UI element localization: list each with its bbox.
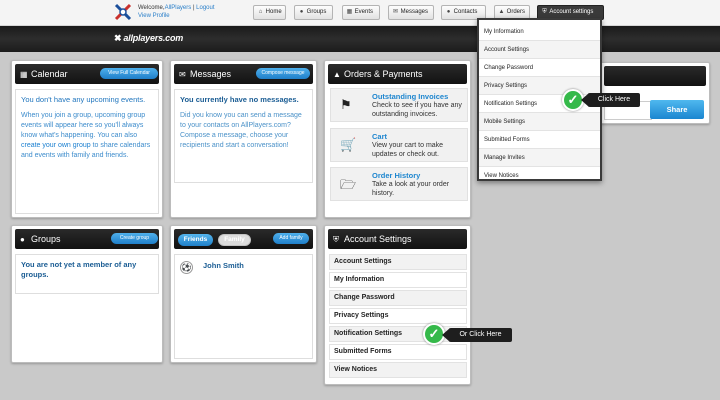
dropdown-item-view-notices[interactable]: View Notices — [479, 167, 600, 185]
username-link[interactable]: AllPlayers — [165, 5, 192, 11]
order-item-desc: Take a look at your order history. — [372, 181, 450, 197]
calendar-body: You don't have any upcoming events. When… — [15, 89, 159, 214]
order-item-desc: Check to see if you have any outstanding… — [372, 102, 462, 118]
messages-panel: ✉ Messages Compose message You currently … — [170, 60, 317, 218]
dropdown-item-my-information[interactable]: My Information — [479, 23, 600, 41]
nav-label: Messages — [400, 9, 429, 15]
order-history-item[interactable]: 🗁 Order History Take a look at your orde… — [330, 167, 468, 201]
shield-icon: ⛨ — [333, 235, 339, 244]
envelope-icon: ✉ — [179, 70, 186, 79]
account-item-submitted-forms[interactable]: Submitted Forms — [329, 344, 467, 360]
calendar-panel: ▦ Calendar View Full Calendar You don't h… — [11, 60, 163, 218]
dropdown-item-mobile-settings[interactable]: Mobile Settings — [479, 113, 600, 131]
view-full-calendar-button[interactable]: View Full Calendar — [100, 68, 158, 79]
soccer-ball-icon: ⚽ — [180, 261, 193, 274]
nav-home-button[interactable]: ⌂ Home — [253, 5, 286, 20]
outstanding-invoices-item[interactable]: ⚑ Outstanding Invoices Check to see if y… — [330, 88, 468, 122]
account-item-change-password[interactable]: Change Password — [329, 290, 467, 306]
groups-panel: ● Groups Create group You are not yet a m… — [11, 225, 163, 363]
messages-title: Messages — [190, 69, 232, 79]
folder-icon: 🗁 — [340, 177, 357, 192]
account-settings-title: Account Settings — [344, 234, 412, 244]
groups-empty-text: You are not yet a member of any groups. — [21, 260, 137, 279]
logout-link[interactable]: Logout — [196, 5, 214, 11]
cart-icon: 🛒 — [340, 137, 357, 152]
messages-header: ✉ Messages Compose message — [174, 64, 313, 84]
groups-icon: ● — [20, 235, 25, 244]
orders-header: ▲ Orders & Payments — [328, 64, 467, 84]
dropdown-item-submitted-forms[interactable]: Submitted Forms — [479, 131, 600, 149]
calendar-title: Calendar — [31, 69, 68, 79]
order-item-desc: View your cart to make updates or check … — [372, 142, 444, 158]
brand-text: allplayers.com — [123, 33, 184, 43]
order-item-title[interactable]: Outstanding Invoices — [372, 92, 448, 101]
account-item-my-information[interactable]: My Information — [329, 272, 467, 288]
brand-bar — [0, 26, 720, 52]
allplayers-logo-icon[interactable] — [113, 2, 133, 22]
groups-icon: ● — [299, 9, 304, 15]
nav-label: Groups — [306, 9, 327, 15]
click-here-callout: Click Here — [588, 93, 640, 107]
tab-friends[interactable]: Friends — [178, 234, 213, 246]
cart-item[interactable]: 🛒 Cart View your cart to make updates or… — [330, 128, 468, 162]
orders-title: Orders & Payments — [344, 69, 423, 79]
calendar-help-text: When you join a group, upcoming group ev… — [21, 111, 153, 161]
calendar-empty-text: You don't have any upcoming events. — [21, 95, 146, 104]
nav-label: Contacts — [453, 9, 478, 15]
create-group-link[interactable]: create your own group — [21, 142, 91, 149]
create-group-button[interactable]: Create group — [111, 233, 158, 244]
flag-icon: ⚑ — [340, 97, 352, 112]
dropdown-item-change-password[interactable]: Change Password — [479, 59, 600, 77]
nav-label: Events — [354, 9, 374, 15]
brand-logo[interactable]: ✖ allplayers.com — [114, 33, 183, 44]
home-icon: ⌂ — [258, 9, 263, 15]
dropdown-item-account-settings[interactable]: Account Settings — [479, 41, 600, 59]
view-profile-link[interactable]: View Profile — [138, 12, 215, 20]
calendar-help-before: When you join a group, upcoming group ev… — [21, 112, 146, 139]
nav-label: Orders — [506, 9, 526, 15]
nav-label: Account settings — [549, 9, 594, 15]
calendar-header: ▦ Calendar View Full Calendar — [15, 64, 159, 84]
messages-empty-text: You currently have no messages. — [180, 95, 299, 104]
nav-messages-button[interactable]: ✉ Messages — [388, 5, 434, 20]
contacts-icon: ● — [446, 9, 451, 15]
account-item-view-notices[interactable]: View Notices — [329, 362, 467, 378]
order-item-title[interactable]: Order History — [372, 171, 420, 180]
calendar-icon: ▦ — [20, 70, 28, 79]
person-name-link[interactable]: John Smith — [203, 261, 244, 270]
account-item-privacy-settings[interactable]: Privacy Settings — [329, 308, 467, 324]
account-settings-header: ⛨ Account Settings — [328, 229, 467, 249]
calendar-icon: ▦ — [346, 9, 353, 15]
nav-label: Home — [265, 9, 282, 15]
cart-icon: ▲ — [333, 70, 341, 79]
share-button[interactable]: Share — [650, 100, 704, 119]
account-item-account-settings[interactable]: Account Settings — [329, 254, 467, 270]
groups-title: Groups — [31, 234, 61, 244]
order-item-title[interactable]: Cart — [372, 132, 387, 141]
separator: | — [192, 5, 195, 11]
messages-help-text: Did you know you can send a message to y… — [180, 112, 302, 149]
top-bar: Welcome,AllPlayers | Logout View Profile… — [0, 0, 720, 26]
or-click-here-callout: Or Click Here — [449, 328, 512, 342]
messages-body: You currently have no messages. Did you … — [174, 89, 313, 183]
share-header — [604, 66, 706, 86]
dropdown-item-manage-invites[interactable]: Manage Invites — [479, 149, 600, 167]
tab-family[interactable]: Family — [218, 234, 251, 246]
envelope-icon: ✉ — [392, 9, 399, 15]
brand-mark-icon: ✖ — [114, 33, 122, 43]
compose-message-button[interactable]: Compose message — [256, 68, 310, 79]
nav-groups-button[interactable]: ● Groups — [294, 5, 333, 20]
welcome-prefix: Welcome, — [138, 5, 165, 11]
nav-events-button[interactable]: ▦ Events — [342, 5, 380, 20]
groups-body: You are not yet a member of any groups. — [15, 254, 159, 294]
welcome-block: Welcome,AllPlayers | Logout View Profile — [138, 4, 215, 20]
friends-body: ⚽ John Smith — [174, 254, 313, 359]
groups-header: ● Groups Create group — [15, 229, 159, 249]
add-family-button[interactable]: Add family — [273, 233, 309, 244]
